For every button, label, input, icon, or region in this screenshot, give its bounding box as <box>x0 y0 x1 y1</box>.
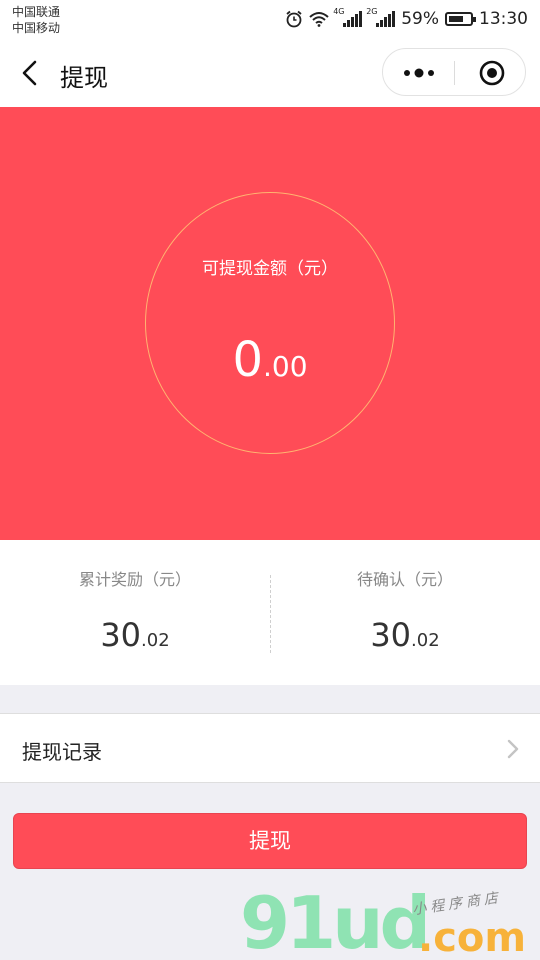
battery-icon <box>445 12 476 26</box>
back-icon[interactable] <box>18 60 44 86</box>
withdraw-record-label: 提现记录 <box>22 740 102 764</box>
pending-label: 待确认（元） <box>356 570 453 589</box>
pending-stat: 待确认（元） 30.02 <box>270 540 540 685</box>
more-icon[interactable] <box>401 62 437 84</box>
pending-dec: .02 <box>411 630 440 651</box>
wifi-icon <box>309 12 329 27</box>
carrier-2: 中国移动 <box>12 21 61 35</box>
alarm-icon <box>286 10 302 28</box>
target-icon[interactable] <box>479 60 505 86</box>
total-reward-stat: 累计奖励（元） 30.02 <box>0 540 270 685</box>
mini-program-capsule <box>382 48 526 96</box>
watermark-logo: 91ud 小程序商店 .com <box>240 881 540 960</box>
clock: 13:30 <box>479 9 528 29</box>
withdrawable-amount-dec: .00 <box>263 350 308 383</box>
watermark-main: 91ud <box>240 881 431 960</box>
withdrawable-amount-int: 0 <box>232 332 263 388</box>
battery-percent: 59% <box>401 9 439 29</box>
network-2g: 2G <box>366 7 378 16</box>
page: 中国联通 中国移动 4G 2G 59% 13:30 提现 可提现金额（元） 0.… <box>0 0 540 960</box>
pending-int: 30 <box>370 616 412 654</box>
status-bar: 中国联通 中国移动 4G 2G 59% 13:30 <box>0 0 540 40</box>
total-reward-label: 累计奖励（元） <box>78 570 191 589</box>
withdrawable-label: 可提现金额（元） <box>202 259 338 279</box>
decorative-ring <box>145 192 395 454</box>
carrier-1: 中国联通 <box>12 5 61 19</box>
withdraw-record-row[interactable]: 提现记录 <box>0 713 540 783</box>
nav-bar: 提现 <box>0 40 540 107</box>
watermark-com: .com <box>418 915 527 960</box>
stats-panel: 累计奖励（元） 30.02 待确认（元） 30.02 <box>0 540 540 685</box>
pending-value: 30.02 <box>270 616 540 654</box>
withdraw-button[interactable]: 提现 <box>13 813 527 869</box>
total-reward-value: 30.02 <box>0 616 270 654</box>
status-indicators: 4G 2G 59% 13:30 <box>285 7 528 30</box>
signal-icon: 4G <box>333 7 363 27</box>
page-title: 提现 <box>60 64 108 92</box>
network-4g: 4G <box>333 7 345 16</box>
total-reward-int: 30 <box>100 616 142 654</box>
total-reward-dec: .02 <box>141 630 170 651</box>
withdrawable-amount: 0.00 <box>0 332 540 388</box>
capsule-divider <box>454 61 455 85</box>
chevron-right-icon <box>507 739 519 759</box>
signal-icon: 2G <box>366 7 396 27</box>
balance-hero: 可提现金额（元） 0.00 <box>0 107 540 540</box>
